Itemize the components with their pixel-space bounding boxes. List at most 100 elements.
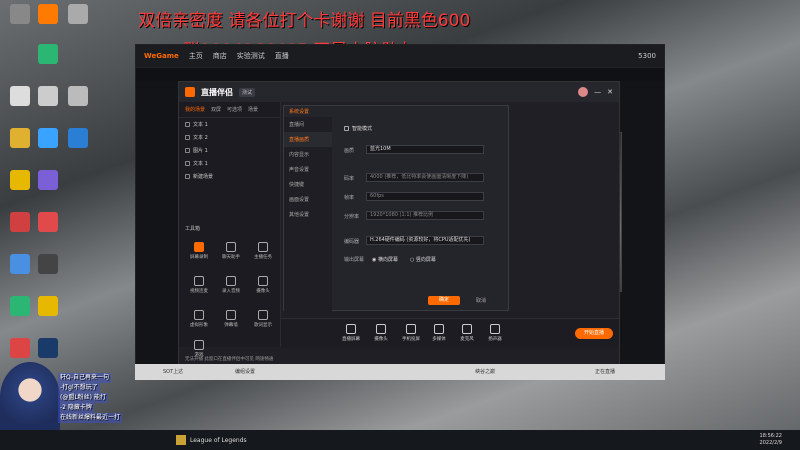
camera-button[interactable]: 摄像头 — [369, 324, 393, 342]
bottom-left-text: SOT上达 — [163, 369, 184, 375]
live-titlebar: 直播伴侣 测试 — ✕ — [179, 82, 619, 102]
cancel-button[interactable]: 取消 — [476, 297, 486, 304]
mic-button[interactable]: 麦克风 — [455, 324, 479, 342]
desktop-icon[interactable] — [60, 128, 96, 150]
scene-item[interactable]: 文本 2 — [179, 131, 280, 144]
wegame-nav-store[interactable]: 商店 — [213, 51, 227, 61]
wegame-subbar — [136, 67, 664, 81]
settings-side-sound[interactable]: 声音设置 — [284, 162, 332, 177]
vtuber-avatar — [0, 362, 60, 432]
phone-cast-button[interactable]: 手机投屏 — [399, 324, 423, 342]
taskbar-app-label[interactable]: League of Legends — [190, 437, 247, 444]
radio-landscape[interactable]: ◉ 横向屏幕 — [372, 256, 398, 263]
chat-line: 轩Q-自己再来一句 — [58, 373, 112, 383]
quality-select[interactable]: 蓝光10M — [366, 145, 484, 154]
scene-panel: 我的场景 双屏 可选项 场景 文本 1 文本 2 图片 1 文本 1 新建场景 … — [179, 102, 281, 358]
live-bottom-toolbar: 直播屏幕 摄像头 手机投屏 多媒体 麦克风 扬声器 开始直播 — [281, 318, 619, 348]
tool-anchor-task[interactable]: 主播任务 — [251, 242, 275, 260]
desktop-icon[interactable] — [30, 296, 66, 318]
smart-mode-checkbox[interactable]: 智能模式 — [344, 125, 372, 132]
settings-side-content[interactable]: 内容显示 — [284, 147, 332, 162]
bottom-mid-text: 峡谷之巅 — [475, 369, 496, 375]
chat-line: -2 隐藏卡牌 — [58, 403, 94, 413]
taskbar: League of Legends 18:56:22 2022/2/9 — [0, 430, 800, 450]
tab-options[interactable]: 可选项 — [227, 106, 242, 113]
tool-chat-assistant[interactable]: 聊天助手 — [219, 242, 243, 260]
app-logo-icon — [185, 87, 195, 97]
desktop-icon[interactable] — [60, 86, 96, 108]
settings-dialog: 系统设置 直播间 直播画质 内容显示 声音设置 快捷键 画面设置 其他设置 智能… — [283, 105, 509, 312]
tool-camera[interactable]: 摄像头 — [251, 276, 275, 294]
desktop-icon[interactable] — [30, 212, 66, 234]
tool-video-link[interactable]: 视频连麦 — [187, 276, 211, 294]
chat-line: 在线新丝爆料最近一打 — [58, 413, 123, 423]
tool-lyrics[interactable]: 歌词显示 — [251, 310, 275, 328]
encoder-select[interactable]: H.264硬件编码 (资源较好，将CPU适配优先) — [366, 236, 484, 245]
wegame-nav-home[interactable]: 主页 — [189, 51, 203, 61]
encoder-label: 编码器 — [344, 239, 360, 245]
wegame-nav-live[interactable]: 直播 — [275, 51, 289, 61]
bottom-search-text[interactable]: 编组设置 — [235, 368, 255, 375]
confirm-button[interactable]: 确定 — [428, 296, 460, 305]
quality-label: 画质 — [344, 148, 355, 154]
settings-side-room[interactable]: 直播间 — [284, 117, 332, 132]
settings-side-other[interactable]: 其他设置 — [284, 207, 332, 222]
scene-item[interactable]: 图片 1 — [179, 144, 280, 157]
speaker-button[interactable]: 扬声器 — [483, 324, 507, 342]
bitrate-label: 码率 — [344, 176, 355, 182]
desktop-icon[interactable] — [30, 170, 66, 192]
settings-side-picture[interactable]: 画面设置 — [284, 192, 332, 207]
tab-my-scene[interactable]: 我的场景 — [185, 106, 205, 113]
game-bottom-strip: SOT上达 编组设置 峡谷之巅 正在直播 — [135, 364, 665, 380]
chat-line: (@盟L粉丝) 能打 — [58, 393, 108, 403]
wegame-coins: 5300 — [638, 52, 656, 60]
clock-time: 18:56:22 — [759, 433, 782, 439]
scene-item[interactable]: 文本 1 — [179, 118, 280, 131]
scene-item[interactable]: 文本 1 — [179, 157, 280, 170]
multimedia-button[interactable]: 多媒体 — [427, 324, 451, 342]
fps-label: 帧率 — [344, 195, 355, 201]
wegame-topbar: WeGame 主页 商店 实验测试 直播 5300 — [136, 45, 664, 67]
radio-portrait[interactable]: ○ 竖向屏幕 — [410, 256, 436, 263]
clock-date: 2022/2/9 — [759, 440, 782, 446]
fps-select[interactable]: 60fps — [366, 192, 484, 201]
bottom-right-text: 正在直播 — [595, 369, 616, 375]
chat-overlay: 轩Q-自己再来一句 -打gl不想玩了 (@盟L粉丝) 能打 -2 隐藏卡牌 在线… — [58, 373, 160, 423]
toolbox-label: 工具箱 — [185, 226, 201, 232]
output-radio-group: ◉ 横向屏幕 ○ 竖向屏幕 — [372, 256, 436, 263]
stream-overlay-line1: 双倍亲密度 请各位打个卡谢谢 目前黑色600 — [138, 11, 471, 31]
desktop-icon[interactable] — [30, 44, 66, 66]
output-screen-label: 输出屏幕 — [344, 257, 365, 263]
bitrate-select[interactable]: 4000 (推荐，低比特率会使画面清晰度下降) — [366, 173, 484, 182]
resolution-select[interactable]: 1920*1080 (1:1) 推荐比例 — [366, 211, 484, 220]
tool-audio[interactable]: 录入音频 — [219, 276, 243, 294]
scene-tabs: 我的场景 双屏 可选项 场景 — [179, 102, 280, 118]
tool-screen-record[interactable]: 屏幕录制 — [187, 242, 211, 260]
settings-sidebar: 直播间 直播画质 内容显示 声音设置 快捷键 画面设置 其他设置 — [284, 117, 332, 312]
desktop-icon[interactable] — [30, 254, 66, 276]
start-live-button[interactable]: 开始直播 — [575, 328, 613, 339]
resolution-label: 分辨率 — [344, 214, 360, 220]
avatar[interactable] — [578, 87, 589, 97]
minimize-icon[interactable]: — — [594, 88, 601, 96]
chat-line: -打gl不想玩了 — [58, 383, 100, 393]
tool-danmu-wall[interactable]: 弹幕墙 — [219, 310, 243, 328]
settings-title: 系统设置 — [289, 109, 310, 115]
lol-taskbar-icon[interactable] — [176, 435, 186, 445]
version-badge: 测试 — [239, 87, 256, 97]
settings-side-hotkey[interactable]: 快捷键 — [284, 177, 332, 192]
wegame-nav-test[interactable]: 实验测试 — [237, 51, 265, 61]
close-icon[interactable]: ✕ — [607, 88, 613, 96]
tool-avatar[interactable]: 虚拟形象 — [187, 310, 211, 328]
live-screen-button[interactable]: 直播屏幕 — [339, 324, 363, 342]
app-title: 直播伴侣 — [201, 87, 233, 97]
settings-side-quality[interactable]: 直播画质 — [284, 132, 332, 147]
desktop-icon[interactable] — [60, 4, 96, 26]
desktop-icon[interactable] — [30, 338, 66, 360]
tab-scene[interactable]: 场景 — [248, 106, 258, 113]
taskbar-clock: 18:56:22 2022/2/9 — [760, 433, 782, 447]
wegame-logo: WeGame — [144, 52, 179, 60]
new-scene-button[interactable]: 新建场景 — [179, 170, 280, 183]
tab-dual[interactable]: 双屏 — [211, 106, 221, 113]
live-status-line: 无法开播 此窗口在直播伴侣中可见 网速畅通 — [185, 357, 274, 362]
